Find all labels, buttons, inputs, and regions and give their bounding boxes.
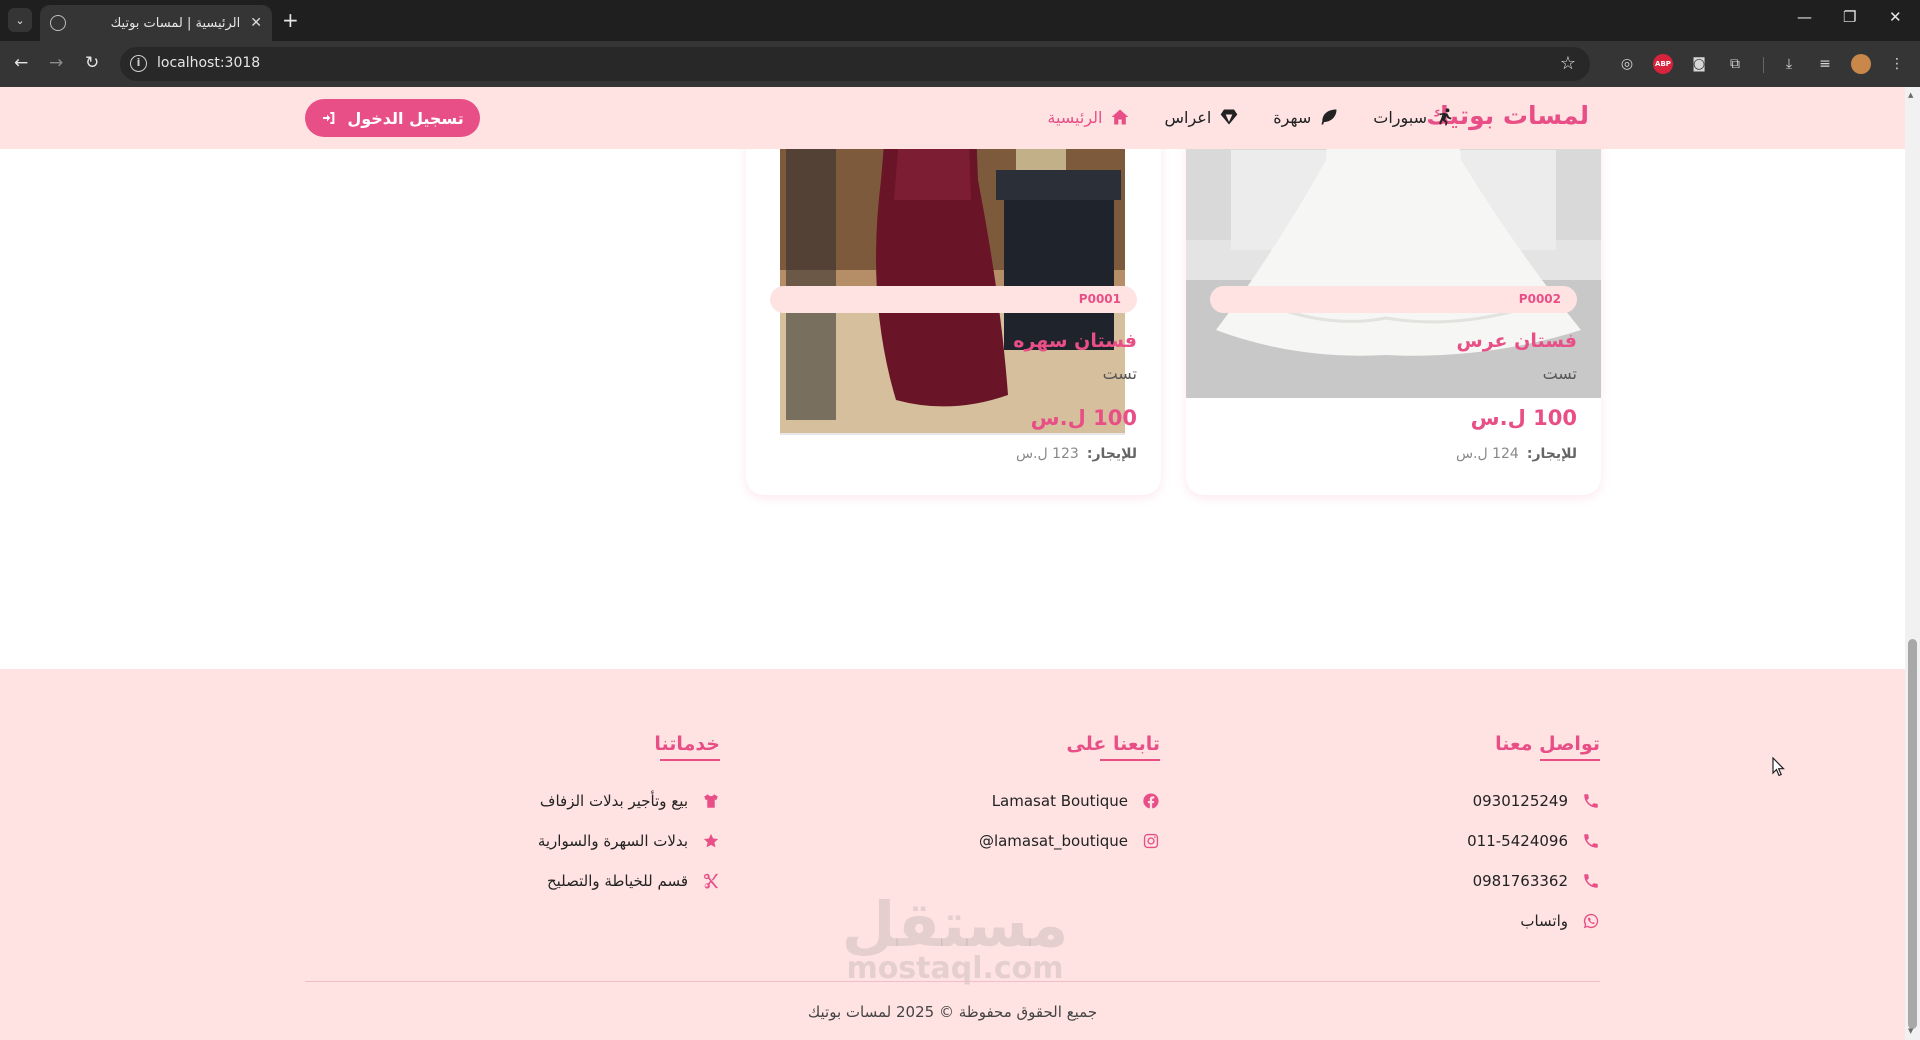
- adblock-icon[interactable]: ABP: [1653, 54, 1673, 74]
- product-price: 100 ل.س: [1470, 406, 1577, 430]
- star-icon: [703, 833, 719, 848]
- page-viewport: P0002 فستان عرس تست 100 ل.س للإيجار: 124…: [0, 87, 1905, 1040]
- nav-label: سبورات: [1373, 107, 1427, 127]
- site-header: لمسات بوتيك الرئيسية اعراس سهرة سبورات ت…: [0, 87, 1905, 149]
- service-item: قسم للخياطة والتصليح: [538, 861, 720, 901]
- rent-label: للإيجار:: [1086, 446, 1137, 462]
- close-tab-icon[interactable]: ✕: [250, 15, 262, 31]
- product-title[interactable]: فستان عرس: [1456, 330, 1577, 352]
- camera-icon[interactable]: ◙: [1689, 54, 1709, 74]
- minimize-window-button[interactable]: —: [1797, 8, 1812, 26]
- product-rent: للإيجار: 124 ل.س: [1456, 446, 1577, 462]
- phone-icon: [1584, 794, 1598, 808]
- contact-phone-item[interactable]: 0930125249: [1467, 781, 1600, 821]
- nav-label: سهرة: [1273, 107, 1312, 127]
- footer-heading: تابعنا على: [1066, 733, 1160, 761]
- back-button[interactable]: ←: [14, 53, 28, 73]
- tab-search-button[interactable]: ⌄: [8, 8, 32, 32]
- nav-item-home[interactable]: الرئيسية: [1047, 107, 1130, 127]
- phone-icon: [1584, 834, 1598, 848]
- mouse-cursor-icon: [1772, 757, 1785, 777]
- nav-item-weddings[interactable]: اعراس: [1164, 107, 1239, 127]
- browser-tab-bar: ⌄ الرئيسية | لمسات بوتيك ✕ + — ❐ ✕: [0, 0, 1920, 41]
- login-button[interactable]: تسجيل الدخول: [305, 99, 480, 137]
- product-title[interactable]: فستان سهره: [1013, 330, 1137, 352]
- url-text: localhost:3018: [157, 55, 261, 71]
- forward-button[interactable]: →: [49, 53, 63, 73]
- site-footer: تواصل معنا 0930125249 011-5424096 098176…: [0, 669, 1905, 1040]
- toolbar-separator: [1763, 57, 1764, 73]
- extensions-icon[interactable]: ⧉: [1725, 54, 1745, 74]
- product-price: 100 ل.س: [1030, 406, 1137, 430]
- rent-label: للإيجار:: [1526, 446, 1577, 462]
- home-icon: [1112, 109, 1129, 125]
- social-instagram-link[interactable]: lamasat_boutique@: [979, 821, 1160, 861]
- nav-label: اعراس: [1164, 107, 1212, 127]
- globe-icon: [50, 15, 66, 31]
- download-icon[interactable]: ⤓: [1779, 54, 1799, 74]
- main-nav: الرئيسية اعراس سهرة سبورات: [1047, 107, 1455, 127]
- contact-whatsapp-item[interactable]: واتساب: [1467, 901, 1600, 941]
- new-tab-button[interactable]: +: [282, 8, 299, 32]
- rent-value: 124 ل.س: [1455, 446, 1519, 462]
- instagram-icon: [1143, 833, 1159, 849]
- scroll-down-arrow[interactable]: ▼: [1908, 1027, 1913, 1035]
- browser-address-bar: ← → ↻ i localhost:3018 ☆ ◎ ABP ◙ ⧉ ⤓ ≡ ⋮: [0, 41, 1920, 87]
- contact-phone-item[interactable]: 011-5424096: [1467, 821, 1600, 861]
- media-icon[interactable]: ≡: [1815, 54, 1835, 74]
- footer-follow-column: تابعنا على Lamasat Boutique lamasat_bout…: [979, 733, 1160, 861]
- browser-tab[interactable]: الرئيسية | لمسات بوتيك ✕: [40, 5, 272, 41]
- nav-item-sports[interactable]: سبورات: [1373, 107, 1455, 127]
- product-description: تست: [1102, 364, 1137, 383]
- restore-window-button[interactable]: ❐: [1843, 8, 1856, 26]
- nav-item-evening[interactable]: سهرة: [1273, 107, 1339, 127]
- copyright-text: جميع الحقوق محفوظة © 2025 لمسات بوتيك: [807, 1003, 1098, 1021]
- profile-avatar[interactable]: [1851, 54, 1871, 74]
- translate-icon[interactable]: ◎: [1617, 54, 1637, 74]
- footer-heading: تواصل معنا: [1495, 733, 1600, 761]
- sign-in-icon: [323, 112, 335, 124]
- product-rent: للإيجار: 123 ل.س: [1016, 446, 1137, 462]
- social-facebook-link[interactable]: Lamasat Boutique: [979, 781, 1160, 821]
- browser-menu-icon[interactable]: ⋮: [1887, 54, 1907, 74]
- service-item: بدلات السهرة والسوارية: [538, 821, 720, 861]
- service-item: بيع وتأجير بدلات الزفاف: [538, 781, 720, 821]
- product-code-badge: P0001: [770, 286, 1137, 313]
- phone-icon: [1584, 874, 1598, 888]
- footer-heading: خدماتنا: [654, 733, 720, 761]
- reload-button[interactable]: ↻: [85, 53, 99, 73]
- login-label: تسجيل الدخول: [347, 108, 464, 128]
- close-window-button[interactable]: ✕: [1889, 8, 1902, 26]
- footer-divider: [305, 981, 1600, 982]
- footer-services-column: خدماتنا بيع وتأجير بدلات الزفاف بدلات ال…: [538, 733, 720, 901]
- footer-contact-column: تواصل معنا 0930125249 011-5424096 098176…: [1467, 733, 1600, 941]
- url-bar[interactable]: i localhost:3018 ☆: [120, 47, 1590, 81]
- product-description: تست: [1542, 364, 1577, 383]
- facebook-icon: [1143, 793, 1159, 809]
- contact-phone-item[interactable]: 0981763362: [1467, 861, 1600, 901]
- nav-label: الرئيسية: [1047, 107, 1103, 127]
- scissors-icon: [703, 873, 719, 889]
- page-scrollbar[interactable]: ▲ ▼: [1905, 87, 1920, 1040]
- shirt-icon: [704, 794, 718, 808]
- rent-value: 123 ل.س: [1015, 446, 1079, 462]
- watermark: مستقل mostaql.com: [841, 888, 1069, 986]
- bookmark-star-icon[interactable]: ☆: [1560, 53, 1576, 74]
- scrollbar-thumb[interactable]: [1908, 639, 1917, 1029]
- leaf-icon: [1321, 109, 1337, 125]
- site-info-icon[interactable]: i: [130, 55, 147, 72]
- whatsapp-icon: [1583, 913, 1599, 929]
- tab-title: الرئيسية | لمسات بوتيك: [110, 15, 241, 31]
- scroll-up-arrow[interactable]: ▲: [1908, 91, 1913, 99]
- product-code-badge: P0002: [1210, 286, 1577, 313]
- running-icon: [1439, 108, 1452, 126]
- gem-icon: [1220, 109, 1238, 125]
